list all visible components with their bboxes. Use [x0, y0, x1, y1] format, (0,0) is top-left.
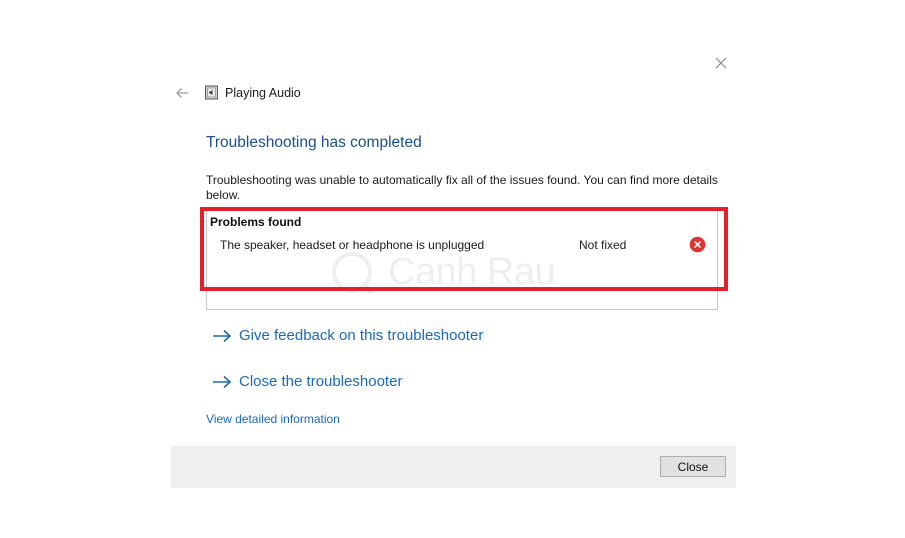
- problems-found-title: Problems found: [210, 215, 302, 229]
- page-heading: Troubleshooting has completed: [206, 134, 422, 151]
- close-icon[interactable]: [710, 52, 732, 74]
- error-icon: [689, 236, 706, 253]
- dialog-footer: [171, 446, 736, 488]
- close-button[interactable]: Close: [660, 456, 726, 477]
- back-arrow-icon[interactable]: [173, 84, 191, 102]
- close-troubleshooter-label: Close the troubleshooter: [239, 373, 403, 390]
- close-troubleshooter-link[interactable]: Close the troubleshooter: [212, 373, 402, 390]
- window-title-bar: Playing Audio: [204, 85, 301, 100]
- window-title: Playing Audio: [225, 85, 301, 100]
- give-feedback-label: Give feedback on this troubleshooter: [239, 327, 484, 344]
- give-feedback-link[interactable]: Give feedback on this troubleshooter: [212, 327, 483, 344]
- problems-found-panel: Problems found The speaker, headset or h…: [206, 210, 718, 310]
- view-detailed-information-link[interactable]: View detailed information: [206, 412, 340, 426]
- arrow-right-icon: [212, 375, 232, 389]
- arrow-right-icon: [212, 329, 232, 343]
- speaker-file-icon: [204, 85, 219, 100]
- problem-description: The speaker, headset or headphone is unp…: [220, 238, 485, 252]
- problem-status: Not fixed: [579, 238, 627, 252]
- problem-row[interactable]: The speaker, headset or headphone is unp…: [207, 235, 717, 255]
- description-text: Troubleshooting was unable to automatica…: [206, 173, 718, 202]
